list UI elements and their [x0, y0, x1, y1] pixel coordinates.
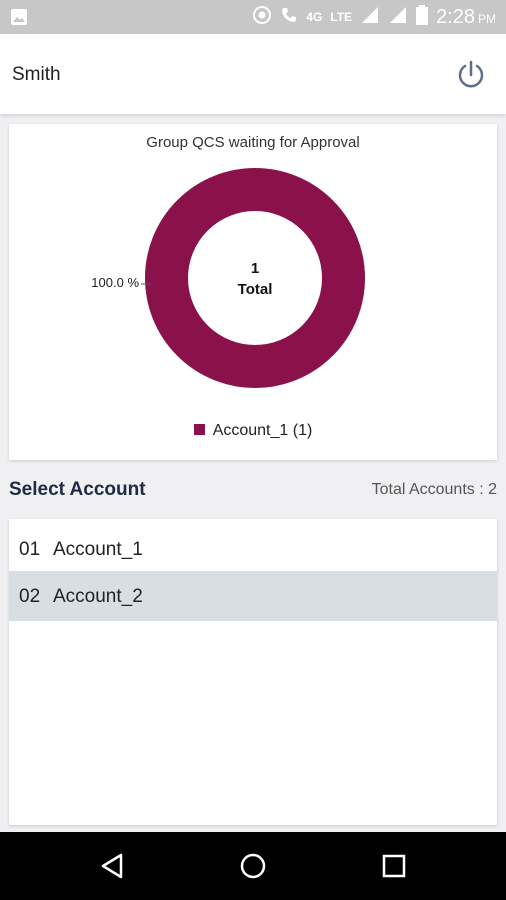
lte-badge: 4G	[306, 10, 323, 24]
donut-slice-1[interactable]	[145, 168, 365, 388]
chart-center-count: 1	[251, 260, 259, 277]
network-type-label: LTE	[330, 10, 353, 24]
legend-label: Account_1 (1)	[212, 422, 313, 439]
status-bar: 4G LTE 2:28 PM	[0, 0, 506, 34]
battery-icon	[416, 4, 429, 30]
account-name: Account_1	[53, 539, 143, 560]
slice-percent-label: 100.0 %	[91, 275, 139, 290]
approval-chart-card: Group QCS waiting for Approval 1 Total 1…	[9, 124, 497, 460]
recents-icon[interactable]	[378, 850, 410, 882]
chart-center-label: Total	[238, 281, 273, 298]
power-icon[interactable]	[454, 58, 488, 92]
data-saver-icon	[252, 5, 272, 30]
signal-icon-1	[360, 5, 380, 30]
signal-icon-2	[388, 5, 408, 30]
select-account-title: Select Account	[9, 479, 146, 500]
user-name: Smith	[12, 64, 61, 85]
chart-legend: Account_1 (1)	[9, 422, 497, 440]
home-icon[interactable]	[237, 850, 269, 882]
clock-time: 2:28 PM	[436, 5, 496, 28]
account-list: 01 Account_1 02 Account_2	[9, 519, 497, 825]
account-number: 01	[19, 539, 41, 560]
call-icon	[280, 6, 298, 29]
account-name: Account_2	[53, 586, 143, 607]
account-number: 02	[19, 586, 41, 607]
system-nav-bar	[0, 832, 506, 900]
back-icon[interactable]	[97, 850, 129, 882]
image-notification-icon	[10, 8, 28, 26]
total-accounts-label: Total Accounts : 2	[371, 481, 497, 498]
legend-swatch	[193, 424, 205, 435]
app-header: Smith	[0, 34, 506, 114]
account-row-2[interactable]: 02 Account_2	[9, 571, 497, 621]
account-row-1[interactable]: 01 Account_1	[9, 524, 497, 574]
donut-chart: 1 Total 100.0 %	[91, 168, 365, 388]
